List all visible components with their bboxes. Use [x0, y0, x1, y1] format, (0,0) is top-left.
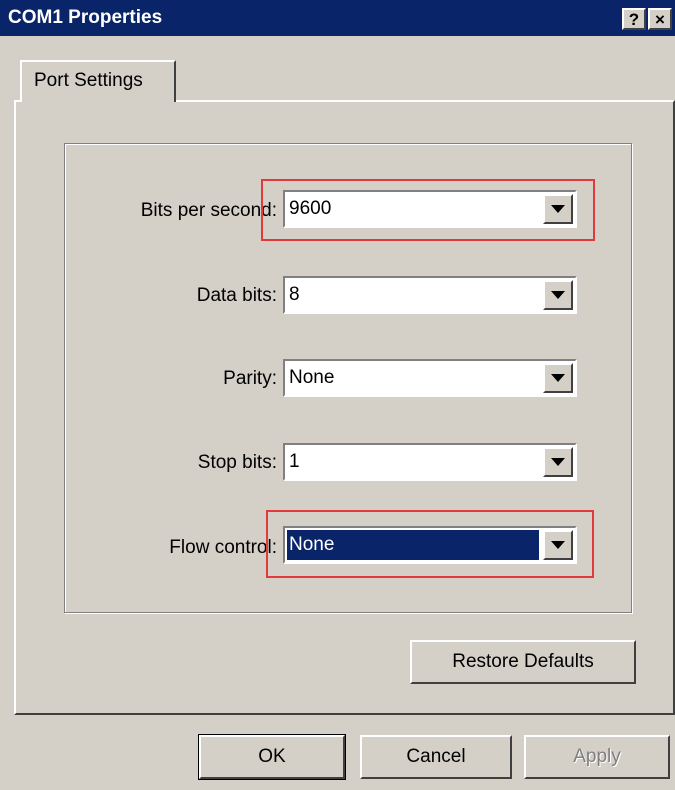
chevron-down-icon — [551, 374, 565, 382]
stop-bits-value: 1 — [289, 451, 300, 472]
flow-control-value: None — [287, 530, 539, 560]
tab-port-settings[interactable]: Port Settings — [20, 60, 176, 102]
help-button[interactable]: ? — [622, 8, 646, 30]
flow-control-label: Flow control: — [169, 537, 277, 558]
window-title: COM1 Properties — [8, 7, 163, 28]
apply-button[interactable]: Apply — [524, 735, 670, 779]
bits-per-second-label: Bits per second: — [140, 200, 277, 221]
stop-bits-label: Stop bits: — [197, 452, 277, 473]
stop-bits-dropdown[interactable]: 1 — [283, 443, 577, 481]
flow-control-dropdown-button[interactable] — [543, 530, 573, 560]
close-button[interactable]: × — [648, 8, 672, 30]
chevron-down-icon — [551, 205, 565, 213]
parity-label: Parity: — [223, 368, 277, 389]
stop-bits-dropdown-button[interactable] — [543, 447, 573, 477]
chevron-down-icon — [551, 291, 565, 299]
parity-dropdown-button[interactable] — [543, 363, 573, 393]
bits-per-second-value: 9600 — [289, 198, 332, 219]
chevron-down-icon — [551, 541, 565, 549]
flow-control-dropdown[interactable]: None — [283, 526, 577, 564]
ok-button[interactable]: OK — [198, 734, 346, 780]
chevron-down-icon — [551, 458, 565, 466]
data-bits-label: Data bits: — [196, 285, 277, 306]
parity-dropdown[interactable]: None — [283, 359, 577, 397]
title-bar: COM1 Properties ? × — [0, 0, 675, 36]
restore-defaults-button[interactable]: Restore Defaults — [410, 640, 636, 684]
data-bits-dropdown-button[interactable] — [543, 280, 573, 310]
parity-value: None — [289, 367, 335, 388]
cancel-button[interactable]: Cancel — [360, 735, 512, 779]
data-bits-dropdown[interactable]: 8 — [283, 276, 577, 314]
bits-per-second-dropdown[interactable]: 9600 — [283, 190, 577, 228]
bits-per-second-dropdown-button[interactable] — [543, 194, 573, 224]
tab-port-settings-label: Port Settings — [34, 70, 143, 91]
data-bits-value: 8 — [289, 284, 300, 305]
